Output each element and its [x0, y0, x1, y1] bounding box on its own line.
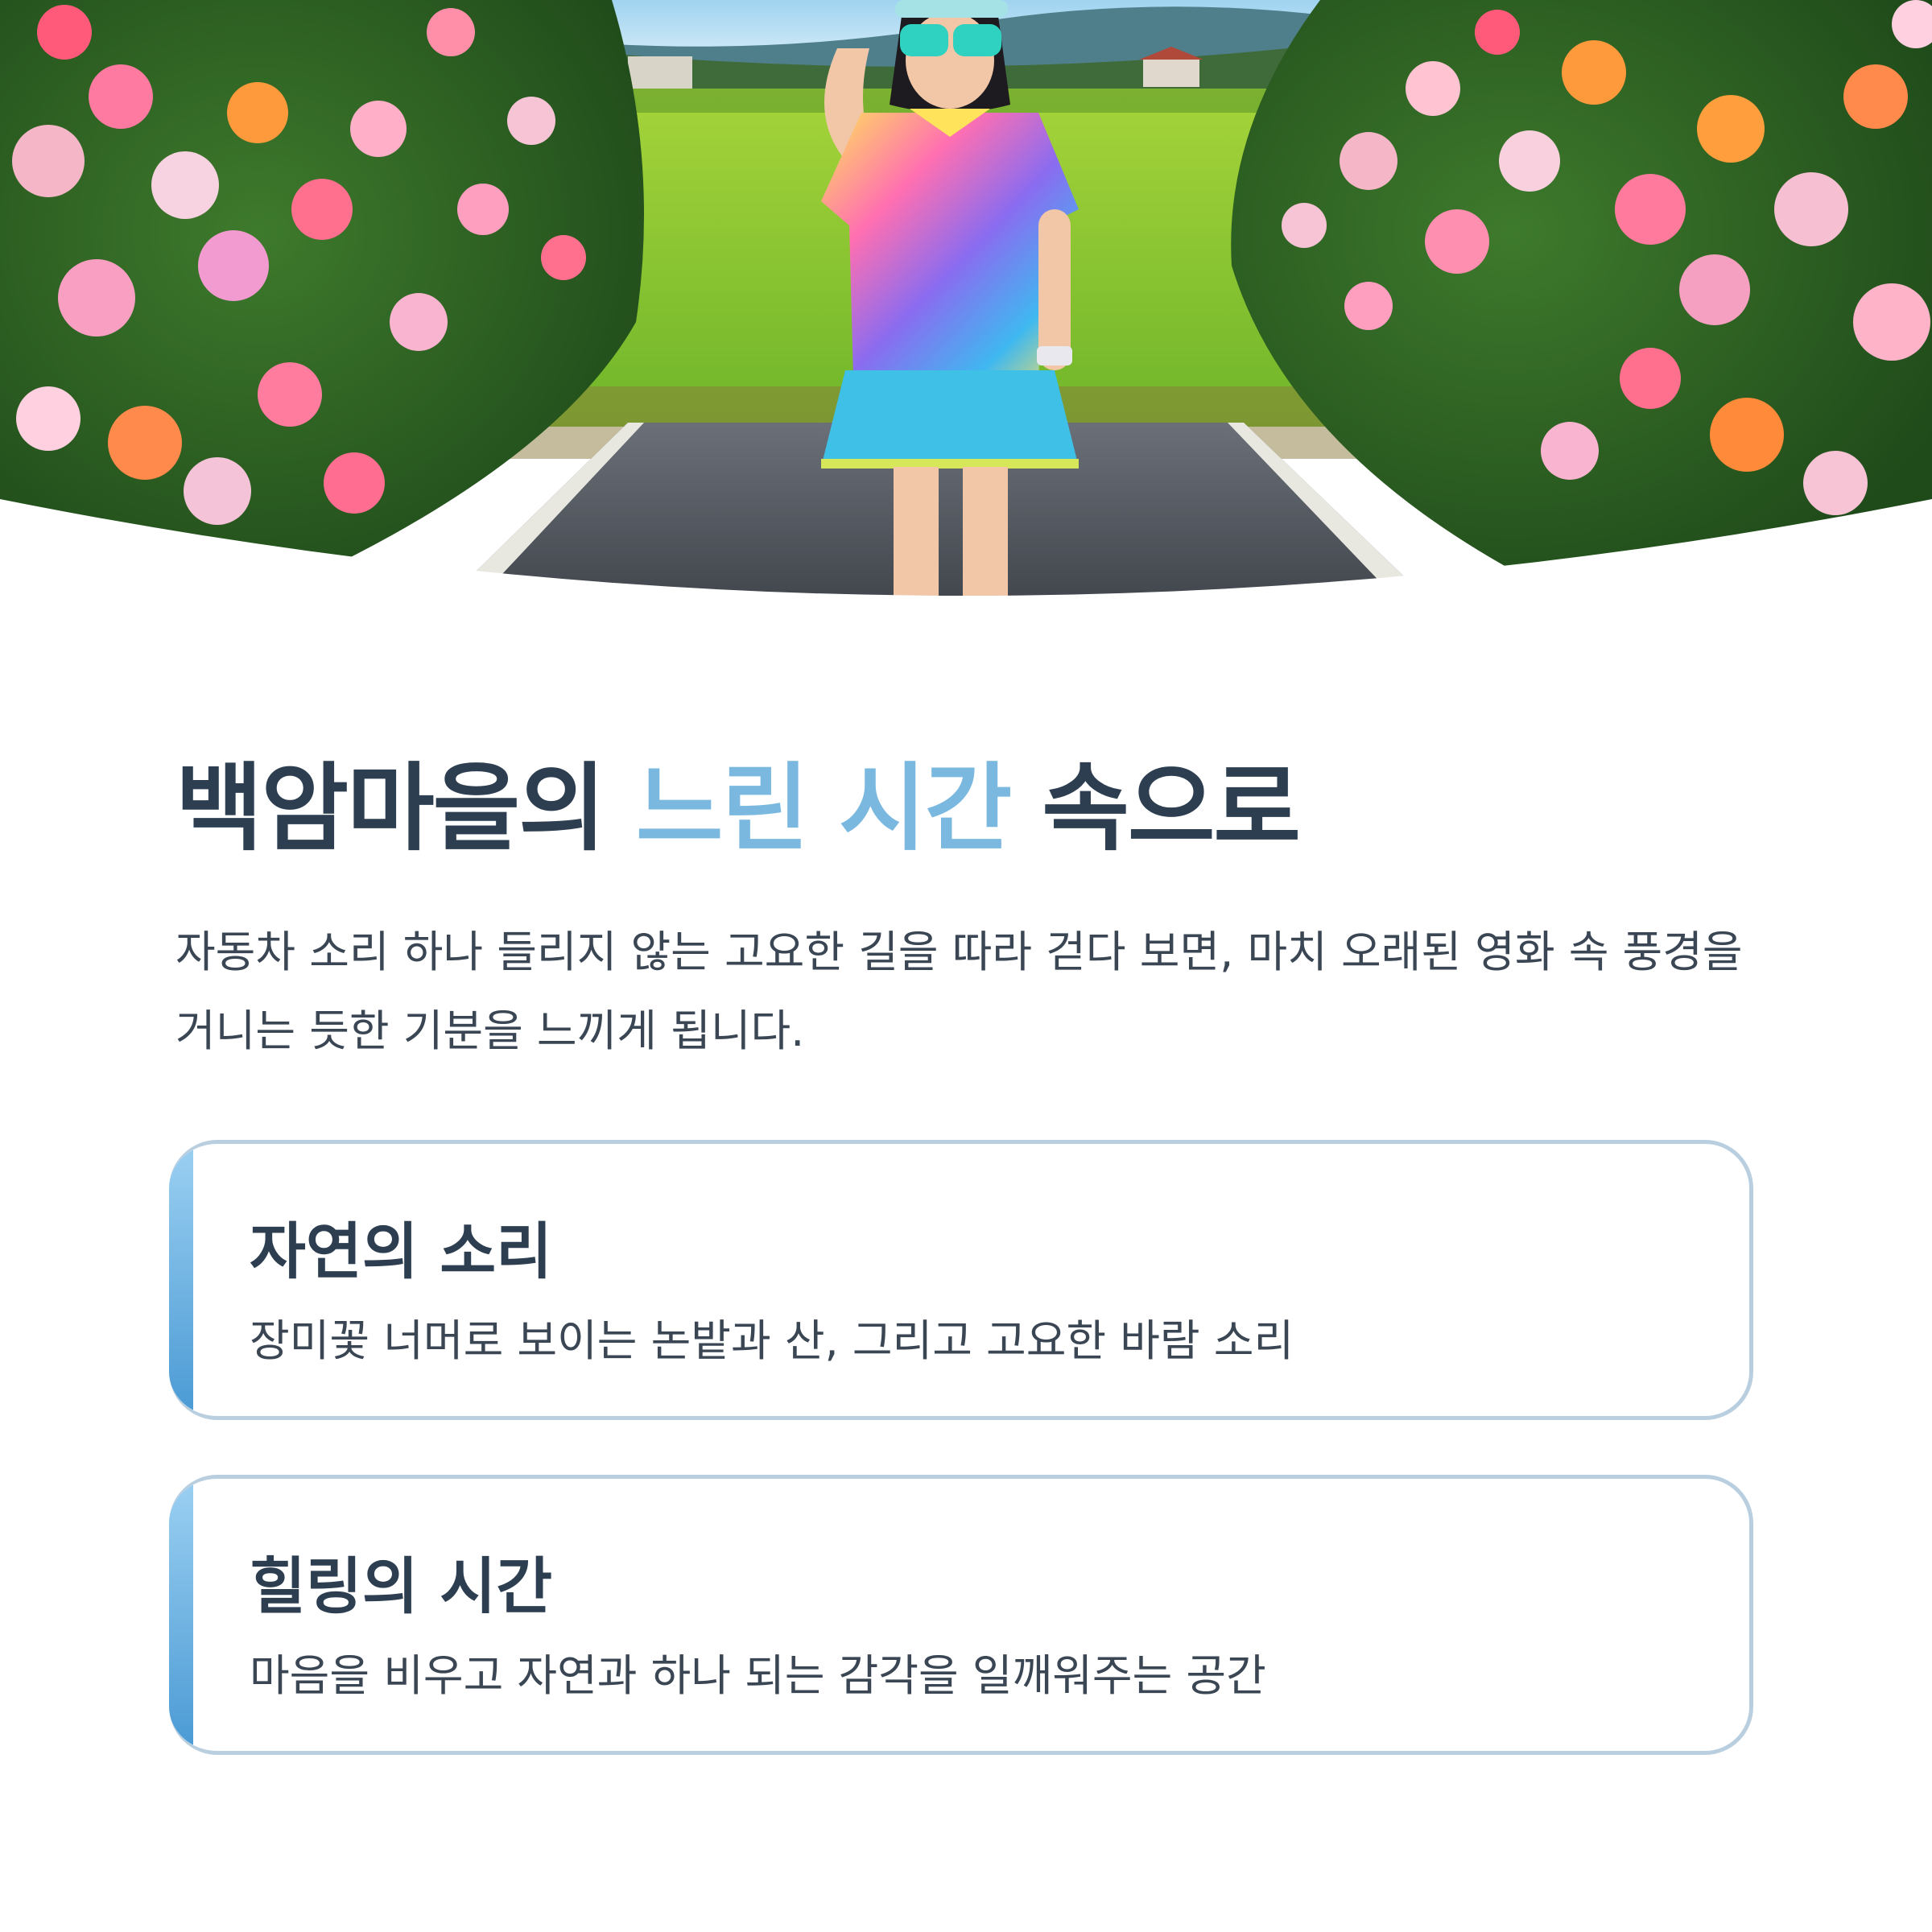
card-accent-bar — [169, 1144, 193, 1416]
card-text: 장미꽃 너머로 보이는 논밭과 산, 그리고 고요한 바람 소리 — [250, 1315, 1294, 1366]
card-title: 자연의 소리 — [250, 1216, 553, 1287]
card-accent-bar — [169, 1479, 193, 1751]
page: 백암마을의 느린 시간 속으로 자동차 소리 하나 들리지 않는 고요한 길을 … — [0, 0, 1932, 1932]
card-text: 마음을 비우고 자연과 하나 되는 감각을 일깨워주는 공간 — [250, 1650, 1266, 1701]
content: 백암마을의 느린 시간 속으로 자동차 소리 하나 들리지 않는 고요한 길을 … — [175, 756, 1757, 1071]
page-title: 백암마을의 느린 시간 속으로 — [175, 756, 1757, 861]
title-accent: 느린 시간 — [635, 753, 1012, 864]
hero-illustration — [0, 0, 1932, 612]
feature-card-healing-time: 힐링의 시간 마음을 비우고 자연과 하나 되는 감각을 일깨워주는 공간 — [169, 1475, 1753, 1755]
card-title: 힐링의 시간 — [250, 1550, 553, 1622]
title-part-1: 백암마을의 — [175, 753, 636, 864]
title-part-2: 속으로 — [1010, 753, 1301, 864]
intro-paragraph: 자동차 소리 하나 들리지 않는 고요한 길을 따라 걷다 보면, 마치 오래된… — [175, 926, 1743, 1056]
hero-photo — [0, 0, 1932, 612]
feature-card-nature-sound: 자연의 소리 장미꽃 너머로 보이는 논밭과 산, 그리고 고요한 바람 소리 — [169, 1140, 1753, 1420]
